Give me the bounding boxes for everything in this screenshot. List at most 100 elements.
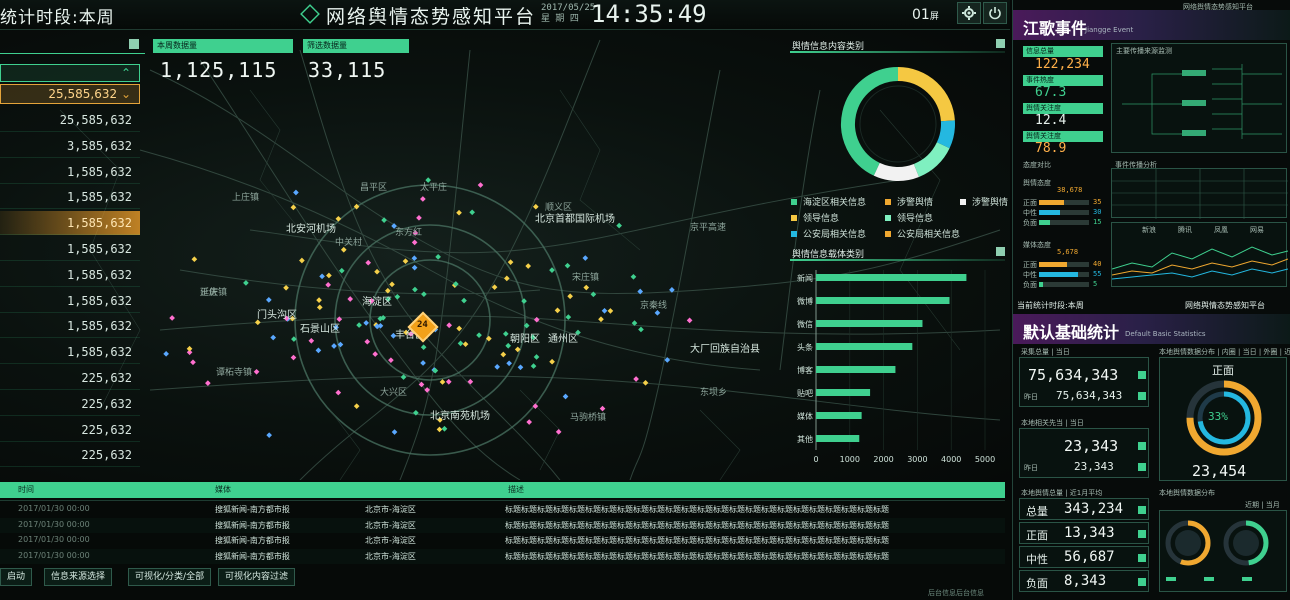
tick-label: 2000 (873, 455, 893, 464)
platform-logo-icon (300, 4, 320, 24)
ring-value: 23,454 (1192, 462, 1247, 480)
content-filter-button[interactable]: 可视化内容过滤 (218, 568, 296, 586)
list-item[interactable]: 225,632 (0, 366, 140, 390)
map-marker (517, 364, 524, 371)
footer-text: 后台信息后台信息 (928, 589, 984, 597)
list-item[interactable]: 225,632 (0, 443, 140, 468)
list-item[interactable]: 1,585,632 (0, 263, 140, 287)
table-row[interactable]: 2017/01/30 00:00 搜狐新闻-南方都市报 北京市-海淀区 标题标题标题标… (0, 517, 1005, 533)
list-item[interactable]: 1,585,632 (0, 211, 140, 236)
map-marker (616, 222, 622, 229)
source-select-button[interactable]: 信息来源选择 (44, 568, 113, 586)
box-label: 本地舆情总量 | 近1月平均 (1021, 489, 1103, 497)
list-item[interactable]: 1,585,632 (0, 237, 140, 261)
map-marker (476, 332, 482, 339)
legend-label: 涉警舆情 (972, 198, 1009, 208)
place-label: 通州区 (548, 334, 578, 345)
map-marker (564, 262, 571, 269)
donut-slice (936, 120, 955, 149)
map-marker (265, 297, 272, 303)
map-marker (435, 254, 441, 260)
small-panel-label: 本地舆情数据分布 (1159, 489, 1215, 497)
settings-button[interactable] (957, 2, 981, 24)
sentiment-row-label: 负面 (1023, 281, 1037, 289)
list-dropdown[interactable]: 25,585,632 ⌄ (0, 84, 140, 104)
expand-icon[interactable] (129, 39, 139, 49)
place-label: 北京南苑机场 (430, 411, 490, 422)
place-label: 海淀区 (362, 297, 392, 308)
alert-marker-label: 24 (417, 320, 428, 330)
cell-time: 2017/01/30 00:00 (18, 519, 90, 529)
cell-time: 2017/01/30 00:00 (18, 550, 90, 560)
list-item[interactable]: 1,585,632 (0, 340, 140, 365)
list-item[interactable]: 3,585,632 (0, 134, 140, 158)
cell-desc: 标题标题标题标题标题标题标题标题标题标题标题标题标题标题标题标题标题标题标题标题… (505, 520, 889, 530)
cell-media: 搜狐新闻-南方都市报 (215, 505, 290, 514)
legend-swatch (791, 215, 797, 221)
table-row[interactable]: 2017/01/30 00:00 搜狐新闻-南方都市报 北京市-海淀区 标题标题标题标… (0, 533, 1005, 548)
event-subtitle: Jiangge Event (1085, 26, 1134, 34)
big-value: 23,343 (1064, 437, 1119, 455)
map-marker (356, 322, 362, 328)
cell-area: 北京市-海淀区 (365, 505, 416, 514)
map-marker (353, 403, 360, 410)
sentiment-row-value: 30 (1093, 208, 1102, 216)
legend-label: 领导信息 (803, 214, 840, 224)
expand-icon[interactable] (996, 247, 1005, 256)
column-header: 时间 (18, 485, 34, 494)
trend-table (1111, 168, 1288, 219)
box-label: 采集总量 | 当日 (1021, 348, 1070, 356)
map-marker (315, 347, 322, 354)
list-item[interactable]: 225,632 (0, 418, 140, 442)
period-title: 统计时段:本周 (0, 8, 115, 28)
local-related-box: 23,343 昨日 23,343 (1019, 428, 1149, 478)
donut-chart (841, 67, 955, 181)
list-item[interactable]: 1,585,632 (0, 160, 140, 184)
category-label: 贴吧 (797, 388, 813, 398)
place-label: 大厂回族自治县 (690, 344, 760, 355)
list-item[interactable]: 1,585,632 (0, 185, 140, 210)
view-all-button[interactable]: 可视化/分类/全部 (128, 568, 212, 586)
map-marker (504, 275, 510, 282)
map-marker (290, 354, 297, 361)
map-marker (642, 379, 649, 386)
category-label: 头条 (797, 342, 813, 352)
map-marker (457, 340, 464, 347)
stat-value: 56,687 (1064, 549, 1115, 565)
stat-value: 8,343 (1064, 573, 1107, 589)
cell-area: 北京市-海淀区 (365, 551, 416, 561)
list-item[interactable]: 25,585,632 (0, 108, 140, 132)
cell-area: 北京市-海淀区 (365, 520, 416, 530)
map-marker (638, 326, 644, 333)
donut-slice (897, 67, 955, 122)
map-marker (469, 209, 475, 216)
expand-icon[interactable] (996, 39, 1005, 48)
map-marker (169, 315, 175, 321)
sentiment-bar (1039, 282, 1043, 287)
table-row[interactable]: 2017/01/30 00:00 搜狐新闻-南方都市报 北京市-海淀区 标题标题标题标… (0, 548, 1005, 564)
sentiment-row-value: 5 (1093, 280, 1098, 288)
map-marker (456, 209, 462, 216)
cell-area: 北京市-海淀区 (365, 536, 416, 545)
power-button[interactable] (983, 2, 1007, 24)
indicator-square (1138, 371, 1146, 379)
list-item[interactable]: 1,585,632 (0, 289, 140, 313)
table-row[interactable]: 2017/01/30 00:00 搜狐新闻-南方都市报 北京市-海淀区 标题标题标题标… (0, 502, 1005, 517)
legend-swatch (885, 215, 891, 221)
screen-number: 01 (912, 7, 930, 23)
map-marker (477, 182, 484, 188)
start-button[interactable]: 启动 (0, 568, 33, 586)
map-marker (394, 293, 401, 300)
sentiment-total: 5,678 (1057, 248, 1079, 256)
list-item[interactable]: 225,632 (0, 392, 140, 416)
indicator-square (1138, 392, 1146, 400)
sentiment-row-label: 中性 (1023, 209, 1037, 217)
map-marker (411, 239, 418, 246)
list-item[interactable]: 1,585,632 (0, 314, 140, 339)
source-monitor-chart: 主要传播来源监测 (1111, 43, 1287, 153)
bar (816, 343, 913, 350)
map-marker (467, 378, 474, 385)
list-collapse-toggle[interactable]: ⌃ (0, 64, 140, 82)
sentiment-total: 38,678 (1057, 186, 1083, 194)
place-label: 延庆 (200, 288, 219, 298)
